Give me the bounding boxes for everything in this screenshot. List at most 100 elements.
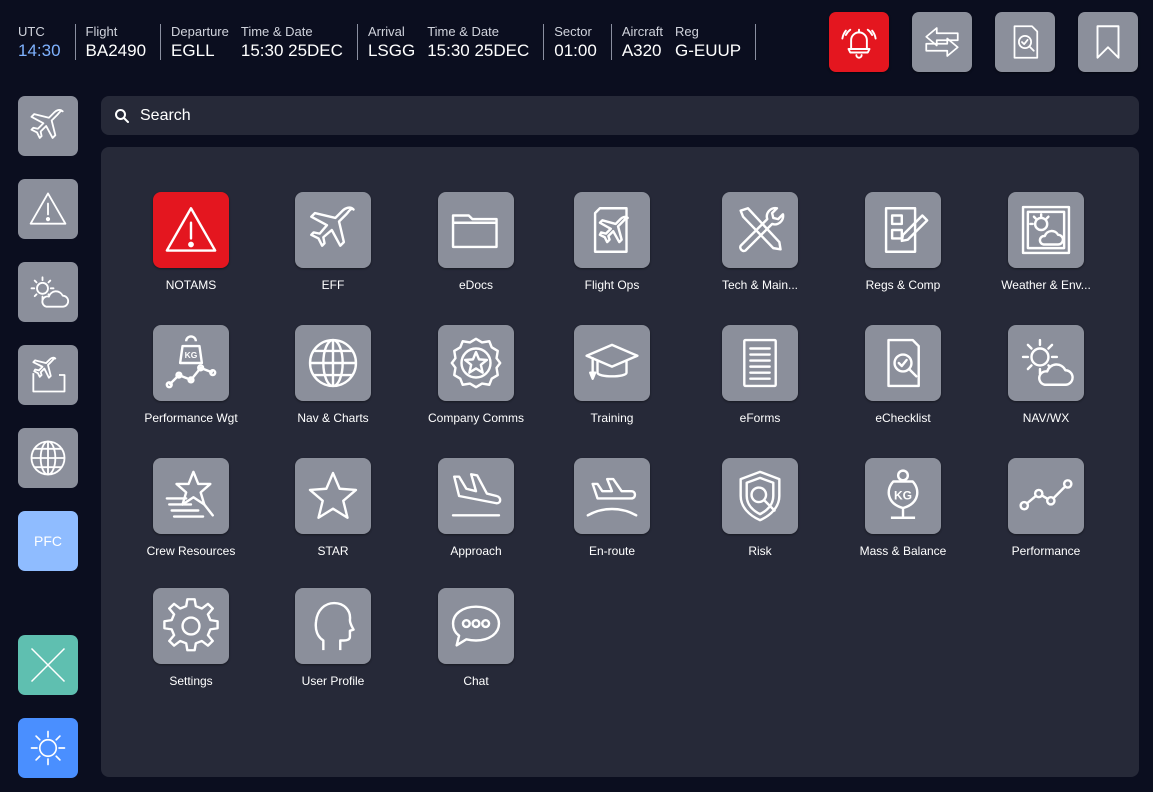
sidebar-item-flight-ops[interactable] xyxy=(18,345,78,405)
sidebar-item-pfc[interactable]: PFC xyxy=(18,511,78,571)
app-tech-maintenance[interactable]: Tech & Main... xyxy=(685,192,835,292)
flight-ops-icon xyxy=(32,356,66,393)
aircraft-group: Aircraft A320 Reg G-EUUP xyxy=(621,24,757,60)
app-mass-balance[interactable]: KG Mass & Balance xyxy=(828,458,978,558)
pfc-label: PFC xyxy=(34,533,62,549)
app-eff[interactable]: EFF xyxy=(258,192,408,292)
app-nav-charts[interactable]: Nav & Charts xyxy=(258,325,408,425)
app-weather-env[interactable]: Weather & Env... xyxy=(971,192,1121,292)
tools-icon xyxy=(739,206,785,253)
sidebar-item-warnings[interactable] xyxy=(18,179,78,239)
search-input[interactable] xyxy=(138,105,1042,126)
checklist-search-icon xyxy=(887,338,920,388)
app-performance-wgt[interactable]: KG Performance Wgt xyxy=(116,325,266,425)
departure-group: Departure EGLL Time & Date 15:30 25DEC xyxy=(171,24,358,60)
app-label: Company Comms xyxy=(427,411,525,425)
app-label: eForms xyxy=(739,411,781,425)
line-graph-icon xyxy=(1019,479,1073,511)
globe-icon xyxy=(30,440,66,476)
sidebar-close-button[interactable] xyxy=(18,635,78,695)
app-label: Performance xyxy=(1011,544,1081,558)
app-label: Mass & Balance xyxy=(859,544,947,558)
star-badge-icon xyxy=(450,337,502,389)
form-pen-icon xyxy=(884,207,929,253)
app-eforms[interactable]: eForms xyxy=(685,325,835,425)
flight-ops-icon xyxy=(593,207,629,253)
shield-search-icon xyxy=(739,470,781,522)
app-grid-panel: NOTAMS EFF eDocs Flight Ops Tech & Main.… xyxy=(101,147,1139,777)
app-flight-ops[interactable]: Flight Ops xyxy=(537,192,687,292)
app-training[interactable]: Training xyxy=(537,325,687,425)
document-search-icon xyxy=(1013,25,1039,59)
app-label: eDocs xyxy=(458,278,493,292)
flight-info: UTC 14:30 Flight BA2490 Departure EGLL T… xyxy=(18,24,766,60)
star-icon xyxy=(308,471,358,519)
header-bar: UTC 14:30 Flight BA2490 Departure EGLL T… xyxy=(0,0,1153,85)
arrival-label: Arrival xyxy=(367,24,405,39)
utc-group: UTC 14:30 xyxy=(18,24,76,60)
aircraft-value: A320 xyxy=(621,41,662,60)
chat-bubble-icon xyxy=(451,605,501,647)
app-settings[interactable]: Settings xyxy=(116,588,266,688)
alarm-button[interactable] xyxy=(829,12,889,72)
search-bar[interactable] xyxy=(101,96,1139,135)
app-en-route[interactable]: En-route xyxy=(537,458,687,558)
app-label: En-route xyxy=(588,544,636,558)
app-nav-wx[interactable]: NAV/WX xyxy=(971,325,1121,425)
app-label: Training xyxy=(590,411,634,425)
departure-value: EGLL xyxy=(171,41,215,60)
sector-group: Sector 01:00 xyxy=(554,24,612,60)
arrival-group: Arrival LSGG Time & Date 15:30 25DEC xyxy=(367,24,545,60)
app-label: eChecklist xyxy=(875,411,931,425)
document-search-button[interactable] xyxy=(995,12,1055,72)
flight-label: Flight xyxy=(85,24,118,39)
app-label: Regs & Comp xyxy=(865,278,941,292)
sector-label: Sector xyxy=(554,24,592,39)
kg-weight-icon: KG xyxy=(887,469,919,519)
app-label: Flight Ops xyxy=(584,278,640,292)
flight-value: BA2490 xyxy=(85,41,147,60)
user-head-icon xyxy=(314,601,355,651)
app-label: Weather & Env... xyxy=(1001,278,1091,292)
sidebar-brightness-button[interactable] xyxy=(18,718,78,778)
arrival-value: LSGG xyxy=(367,41,416,60)
bookmark-button[interactable] xyxy=(1078,12,1138,72)
app-regs-comp[interactable]: Regs & Comp xyxy=(828,192,978,292)
app-company-comms[interactable]: Company Comms xyxy=(401,325,551,425)
swap-button[interactable] xyxy=(912,12,972,72)
sidebar-item-nav[interactable] xyxy=(18,428,78,488)
app-approach[interactable]: Approach xyxy=(401,458,551,558)
app-label: NOTAMS xyxy=(165,278,217,292)
app-chat[interactable]: Chat xyxy=(401,588,551,688)
app-label: Approach xyxy=(450,544,502,558)
app-label: Risk xyxy=(748,544,772,558)
departure-time-value: 15:30 25DEC xyxy=(240,41,343,60)
airplane-icon xyxy=(310,206,355,247)
sun-cloud-icon xyxy=(1021,338,1074,386)
arrival-time-value: 15:30 25DEC xyxy=(427,41,530,60)
swap-arrows-icon xyxy=(925,27,959,57)
app-user-profile[interactable]: User Profile xyxy=(258,588,408,688)
departure-time-label: Time & Date xyxy=(240,24,313,39)
search-icon xyxy=(115,108,129,123)
app-star[interactable]: STAR xyxy=(258,458,408,558)
sidebar-item-weather[interactable] xyxy=(18,262,78,322)
gear-icon xyxy=(163,598,219,652)
utc-label: UTC xyxy=(18,24,45,39)
app-echecklist[interactable]: eChecklist xyxy=(828,325,978,425)
folder-icon xyxy=(451,214,498,249)
enroute-icon xyxy=(586,477,638,517)
app-crew-resources[interactable]: Crew Resources xyxy=(116,458,266,558)
app-edocs[interactable]: eDocs xyxy=(401,192,551,292)
app-label: User Profile xyxy=(301,674,365,688)
bookmark-icon xyxy=(1096,25,1120,59)
app-notams[interactable]: NOTAMS xyxy=(116,192,266,292)
sector-value: 01:00 xyxy=(554,41,597,60)
weather-icon xyxy=(30,276,69,308)
svg-text:KG: KG xyxy=(894,489,912,503)
app-performance[interactable]: Performance xyxy=(971,458,1121,558)
sidebar-item-flight[interactable] xyxy=(18,96,78,156)
app-risk[interactable]: Risk xyxy=(685,458,835,558)
warning-icon xyxy=(165,207,217,252)
app-label: STAR xyxy=(317,544,349,558)
